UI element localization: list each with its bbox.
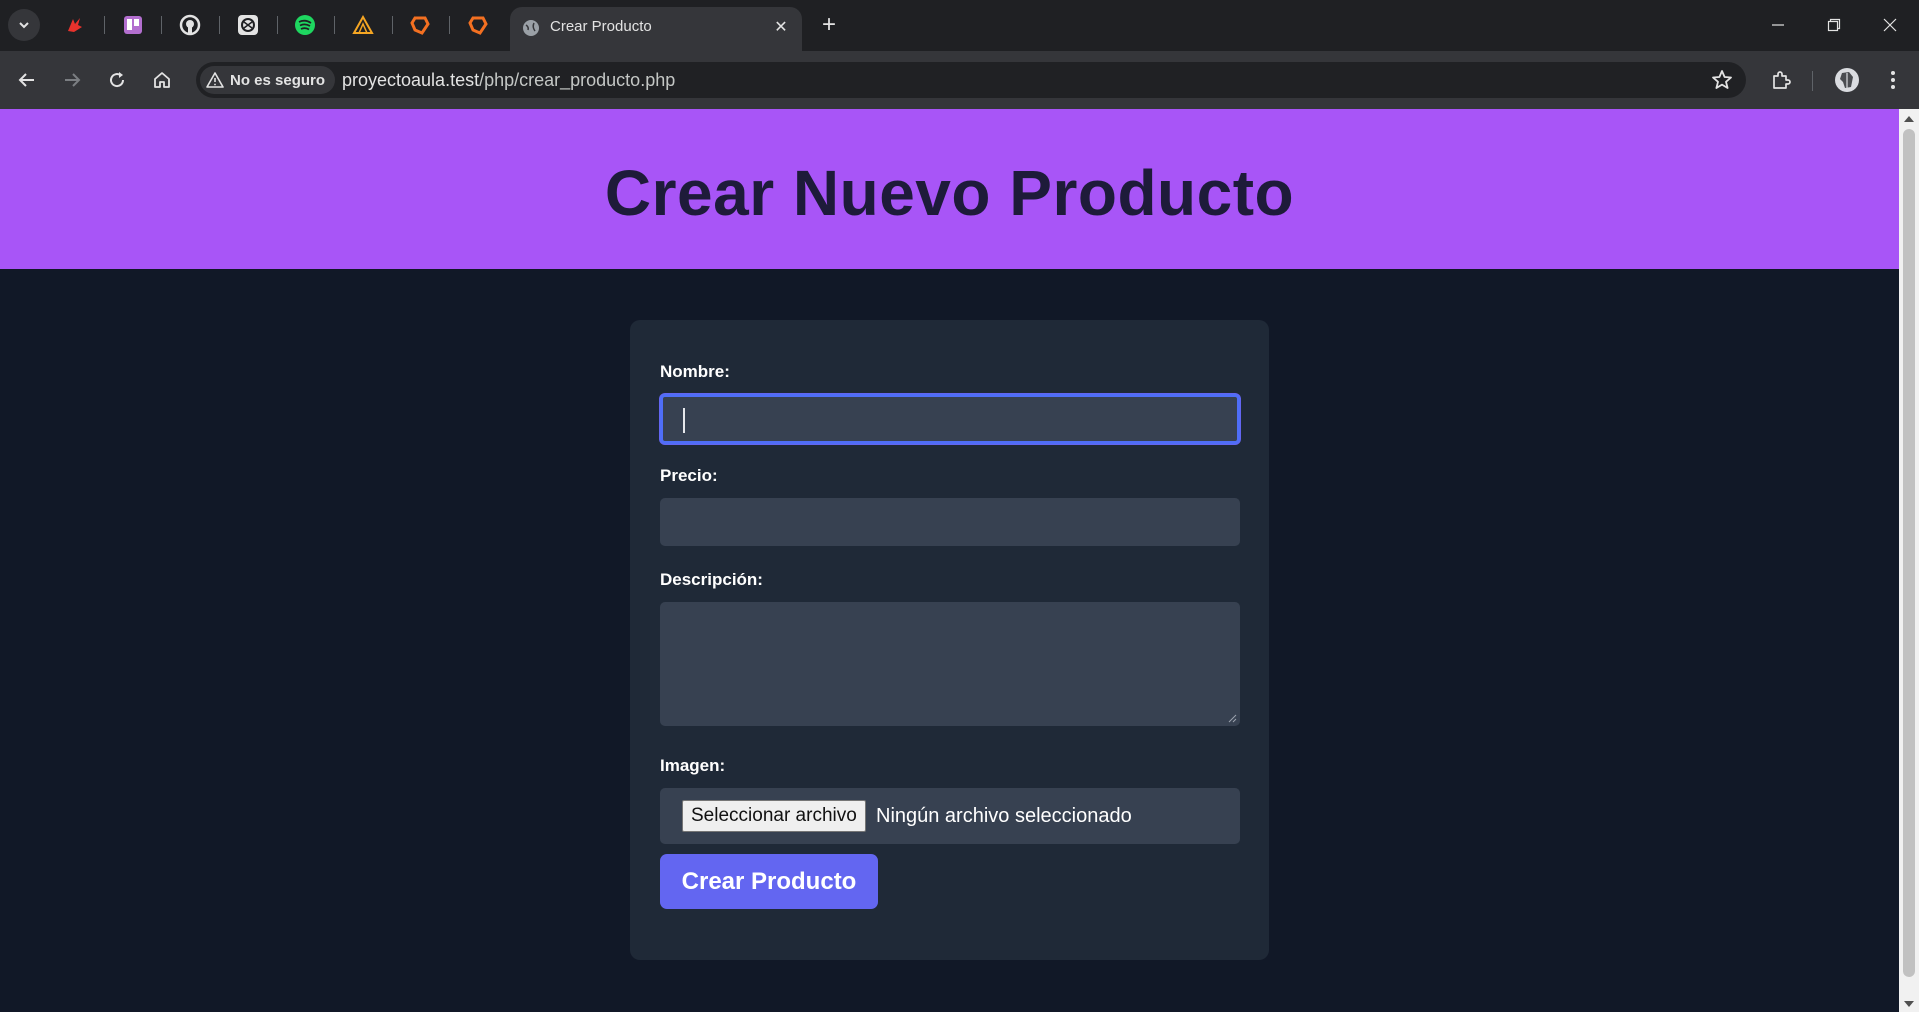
file-status-text: Ningún archivo seleccionado xyxy=(876,805,1132,827)
tab-strip: Crear Producto ✕ + xyxy=(0,0,1919,51)
price-input[interactable] xyxy=(660,498,1240,546)
tab-separator xyxy=(104,16,105,34)
minimize-icon xyxy=(1772,24,1784,26)
scroll-up-arrow-icon[interactable] xyxy=(1904,116,1914,122)
pinned-tab-logo-2[interactable] xyxy=(463,10,493,40)
trello-icon xyxy=(124,16,142,34)
security-chip-label: No es seguro xyxy=(230,71,326,89)
url-host: proyectoaula.test xyxy=(342,70,480,90)
home-button[interactable] xyxy=(145,63,179,97)
profile-button[interactable] xyxy=(1830,63,1864,97)
resize-handle-icon[interactable] xyxy=(1228,714,1237,723)
address-bar[interactable]: No es seguro proyectoaula.test/php/crear… xyxy=(196,62,1746,98)
tab-separator xyxy=(219,16,220,34)
pinned-tab-logo-1[interactable] xyxy=(405,10,435,40)
arrow-left-icon xyxy=(18,73,34,87)
reload-button[interactable] xyxy=(100,63,134,97)
description-textarea[interactable] xyxy=(660,602,1240,726)
forward-button[interactable] xyxy=(55,63,89,97)
extensions-button[interactable] xyxy=(1764,63,1798,97)
url-text[interactable]: proyectoaula.test/php/crear_producto.php xyxy=(342,70,675,91)
tab-active[interactable]: Crear Producto ✕ xyxy=(510,7,802,51)
reload-icon xyxy=(110,72,125,88)
tab-search-button[interactable] xyxy=(8,9,40,41)
description-label: Descripción: xyxy=(660,570,763,589)
scrollbar-thumb[interactable] xyxy=(1903,129,1915,977)
minimize-button[interactable] xyxy=(1750,0,1806,50)
logo-icon xyxy=(410,16,430,35)
bookmark-star-icon[interactable] xyxy=(1710,68,1734,92)
toolbar-separator xyxy=(1812,71,1813,91)
window-close-button[interactable] xyxy=(1862,0,1918,50)
close-icon xyxy=(1883,18,1897,32)
arrow-right-icon xyxy=(65,73,81,87)
spotify-icon xyxy=(295,15,315,35)
tab-separator xyxy=(449,16,450,34)
back-button[interactable] xyxy=(10,63,44,97)
page-title: Crear Nuevo Producto xyxy=(604,157,1295,229)
logo-icon xyxy=(468,16,488,35)
pinned-tab-github[interactable] xyxy=(175,10,205,40)
pinned-tab-chatgpt[interactable] xyxy=(233,10,263,40)
tab-separator xyxy=(161,16,162,34)
github-icon xyxy=(179,14,201,36)
page-header: Crear Nuevo Producto xyxy=(0,109,1899,269)
home-icon xyxy=(154,72,170,88)
menu-button[interactable] xyxy=(1876,63,1910,97)
close-icon[interactable]: ✕ xyxy=(770,16,792,38)
scroll-down-arrow-icon[interactable] xyxy=(1904,1001,1914,1007)
new-tab-button[interactable]: + xyxy=(814,10,844,40)
pinned-tab-git[interactable] xyxy=(60,10,90,40)
pinned-tab-trello[interactable] xyxy=(118,10,148,40)
create-product-button[interactable]: Crear Producto xyxy=(660,854,878,909)
puzzle-icon xyxy=(1773,71,1791,89)
tab-separator xyxy=(334,16,335,34)
name-input[interactable] xyxy=(660,394,1240,444)
url-path: /php/crear_producto.php xyxy=(479,70,676,90)
text-caret xyxy=(683,408,685,433)
restore-icon xyxy=(1827,18,1841,32)
vercel-icon xyxy=(352,14,374,34)
kebab-menu-icon xyxy=(1891,71,1895,89)
name-label: Nombre: xyxy=(660,362,730,381)
tab-separator xyxy=(277,16,278,34)
chatgpt-icon xyxy=(238,15,258,35)
page-scrollbar[interactable] xyxy=(1899,109,1919,1012)
tab-separator xyxy=(392,16,393,34)
avatar-icon xyxy=(1835,68,1859,92)
choose-file-button[interactable]: Seleccionar archivo xyxy=(682,800,866,832)
pinned-tab-vercel[interactable] xyxy=(348,10,378,40)
warning-icon xyxy=(206,72,224,88)
tab-title: Crear Producto xyxy=(550,18,652,35)
browser-toolbar: No es seguro proyectoaula.test/php/crear… xyxy=(0,51,1919,109)
security-chip[interactable]: No es seguro xyxy=(200,66,336,94)
globe-icon xyxy=(523,20,539,36)
image-label: Imagen: xyxy=(660,756,726,775)
product-form: Nombre: Precio: Descripción: Imagen: Sel… xyxy=(630,320,1269,960)
chevron-down-icon xyxy=(19,22,29,29)
price-label: Precio: xyxy=(660,466,718,485)
image-file-input: Seleccionar archivo Ningún archivo selec… xyxy=(660,788,1240,844)
git-icon xyxy=(68,18,82,32)
page-viewport: Crear Nuevo Producto Nombre: Precio: Des… xyxy=(0,109,1899,1012)
pinned-tab-spotify[interactable] xyxy=(290,10,320,40)
restore-button[interactable] xyxy=(1806,0,1862,50)
